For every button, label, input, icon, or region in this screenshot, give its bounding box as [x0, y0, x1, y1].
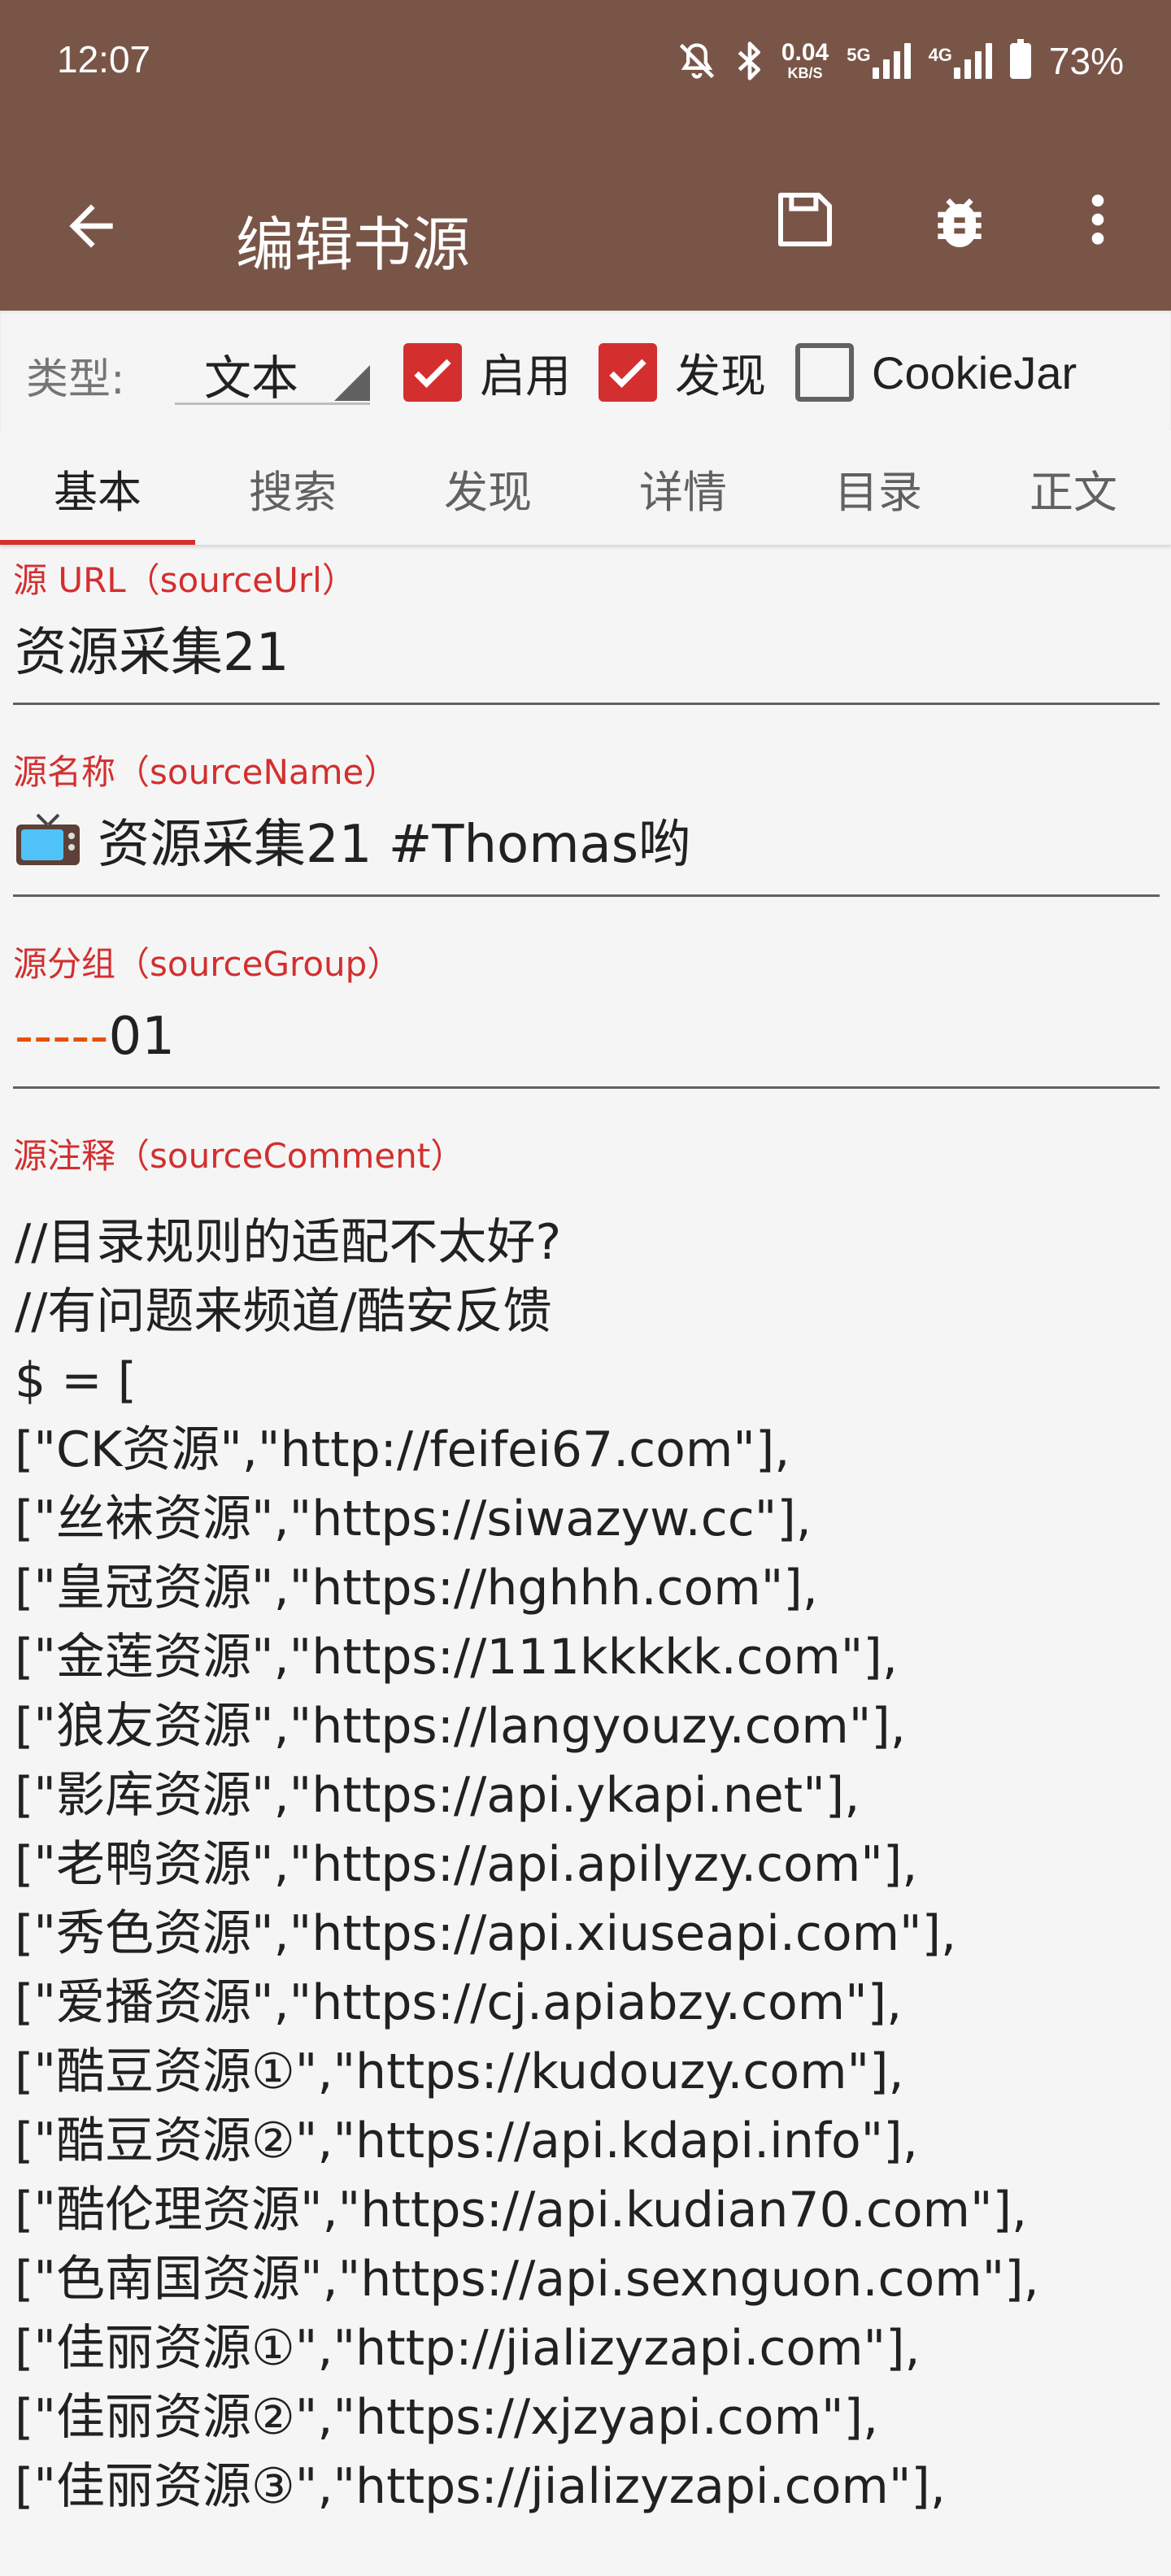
discover-label: 发现 [675, 350, 766, 403]
tab-detail[interactable]: 详情 [586, 431, 781, 545]
source-name-field[interactable]: 源名称（sourceName） 资源采集21 #Thomas哟 [13, 748, 1160, 897]
enabled-checkbox[interactable]: 启用 [403, 340, 571, 405]
toolbar: 编辑书源 [0, 163, 1171, 285]
discover-checkbox[interactable]: 发现 [599, 340, 766, 405]
checkbox-checked-icon [599, 343, 657, 402]
status-time: 12:07 [57, 38, 151, 80]
net-speed: 0.04 KB/S [781, 39, 829, 82]
source-group-input[interactable]: -----01 [13, 989, 1160, 1086]
comment-line: ["佳丽资源②","https://xjzyapi.com"], [15, 2389, 879, 2446]
comment-line: ["皇冠资源","https://hghhh.com"], [15, 1560, 818, 1617]
comment-line: ["佳丽资源③","https://jializyzapi.com"], [15, 2458, 946, 2515]
type-value: 文本 [204, 350, 299, 406]
tv-emoji-icon [15, 802, 81, 865]
source-url-input[interactable]: 资源采集21 [13, 605, 1160, 703]
dnd-icon [679, 43, 714, 79]
checkbox-checked-icon [403, 343, 462, 402]
comment-line: ["老鸭资源","https://api.apilyzy.com"], [15, 1836, 918, 1893]
comment-line: //有问题来频道/酷安反馈 [15, 1283, 552, 1340]
comment-line: //目录规则的适配不太好? [15, 1214, 562, 1271]
status-bar: 12:07 0.04 KB/S 5G 4G 73% [0, 0, 1171, 130]
status-icons: 0.04 KB/S 5G 4G 73% [676, 33, 1124, 89]
battery-icon [1009, 39, 1031, 79]
source-group-label: 源分组（sourceGroup） [13, 944, 402, 984]
save-button[interactable] [773, 187, 838, 252]
type-label: 类型: [26, 355, 125, 404]
cookiejar-label: CookieJar [872, 346, 1077, 398]
comment-line: ["金莲资源","https://111kkkkk.com"], [15, 1629, 898, 1686]
type-row: 类型: 文本 启用 发现 CookieJar [0, 311, 1171, 431]
checkbox-unchecked-icon [795, 343, 854, 402]
back-button[interactable] [59, 194, 124, 259]
comment-line: ["爱播资源","https://cj.apiabzy.com"], [15, 1974, 903, 2031]
source-comment-label-wrap: 源注释（sourceComment） [13, 1132, 1160, 1181]
comment-line: ["色南国资源","https://api.sexnguon.com"], [15, 2251, 1039, 2308]
source-group-field[interactable]: 源分组（sourceGroup） -----01 [13, 940, 1160, 1089]
enabled-label: 启用 [480, 350, 571, 403]
tab-search[interactable]: 搜索 [195, 431, 390, 545]
comment-line: ["CK资源","http://feifei67.com"], [15, 1421, 790, 1478]
source-url-label: 源 URL（sourceUrl） [13, 560, 356, 600]
comment-line: ["酷豆资源①","https://kudouzy.com"], [15, 2043, 904, 2100]
comment-line: ["丝袜资源","https://siwazyw.cc"], [15, 1490, 812, 1547]
tab-discover[interactable]: 发现 [390, 431, 586, 545]
signal-bars-icon [953, 43, 992, 79]
debug-button[interactable] [927, 190, 992, 255]
back-arrow-icon [69, 204, 113, 248]
more-button[interactable] [1073, 187, 1122, 252]
cookiejar-checkbox[interactable]: CookieJar [795, 340, 1077, 405]
signal-5g: 5G [847, 43, 911, 79]
comment-line: ["秀色资源","https://api.xiuseapi.com"], [15, 1905, 957, 1962]
signal-4g: 4G [929, 43, 992, 79]
source-url-field[interactable]: 源 URL（sourceUrl） 资源采集21 [13, 556, 1160, 705]
comment-line: $ = [ [15, 1352, 137, 1409]
source-comment-label: 源注释（sourceComment） [13, 1136, 465, 1176]
tab-bar: 基本 搜索 发现 详情 目录 正文 [0, 431, 1171, 545]
basic-form: 源 URL（sourceUrl） 资源采集21 源名称（sourceName） … [0, 550, 1171, 2576]
source-name-input[interactable]: 资源采集21 #Thomas哟 [13, 797, 1160, 894]
bug-icon [938, 198, 982, 247]
source-name-label: 源名称（sourceName） [13, 752, 398, 792]
dropdown-triangle-icon [334, 365, 370, 401]
comment-line: ["狼友资源","https://langyouzy.com"], [15, 1698, 906, 1755]
source-comment-input[interactable]: //目录规则的适配不太好? //有问题来频道/酷安反馈 $ = [ ["CK资源","… [15, 1208, 1161, 2522]
comment-line: ["影库资源","https://api.ykapi.net"], [15, 1767, 860, 1824]
type-spinner[interactable]: 文本 [175, 340, 370, 406]
signal-bars-icon [872, 43, 911, 79]
more-vert-icon [1091, 194, 1104, 245]
app-bar: 12:07 0.04 KB/S 5G 4G 73% 编辑书源 [0, 0, 1171, 311]
tab-content[interactable]: 正文 [976, 431, 1171, 545]
tab-toc[interactable]: 目录 [781, 431, 976, 545]
page-title: 编辑书源 [236, 211, 471, 279]
tab-basic[interactable]: 基本 [0, 431, 195, 545]
comment-line: ["酷豆资源②","https://api.kdapi.info"], [15, 2113, 918, 2169]
save-icon [778, 193, 832, 246]
comment-line: ["酷伦理资源","https://api.kudian70.com"], [15, 2182, 1028, 2239]
comment-line: ["佳丽资源①","http://jializyzapi.com"], [15, 2320, 921, 2377]
battery-percent: 73% [1048, 40, 1124, 82]
bluetooth-icon [738, 41, 760, 80]
